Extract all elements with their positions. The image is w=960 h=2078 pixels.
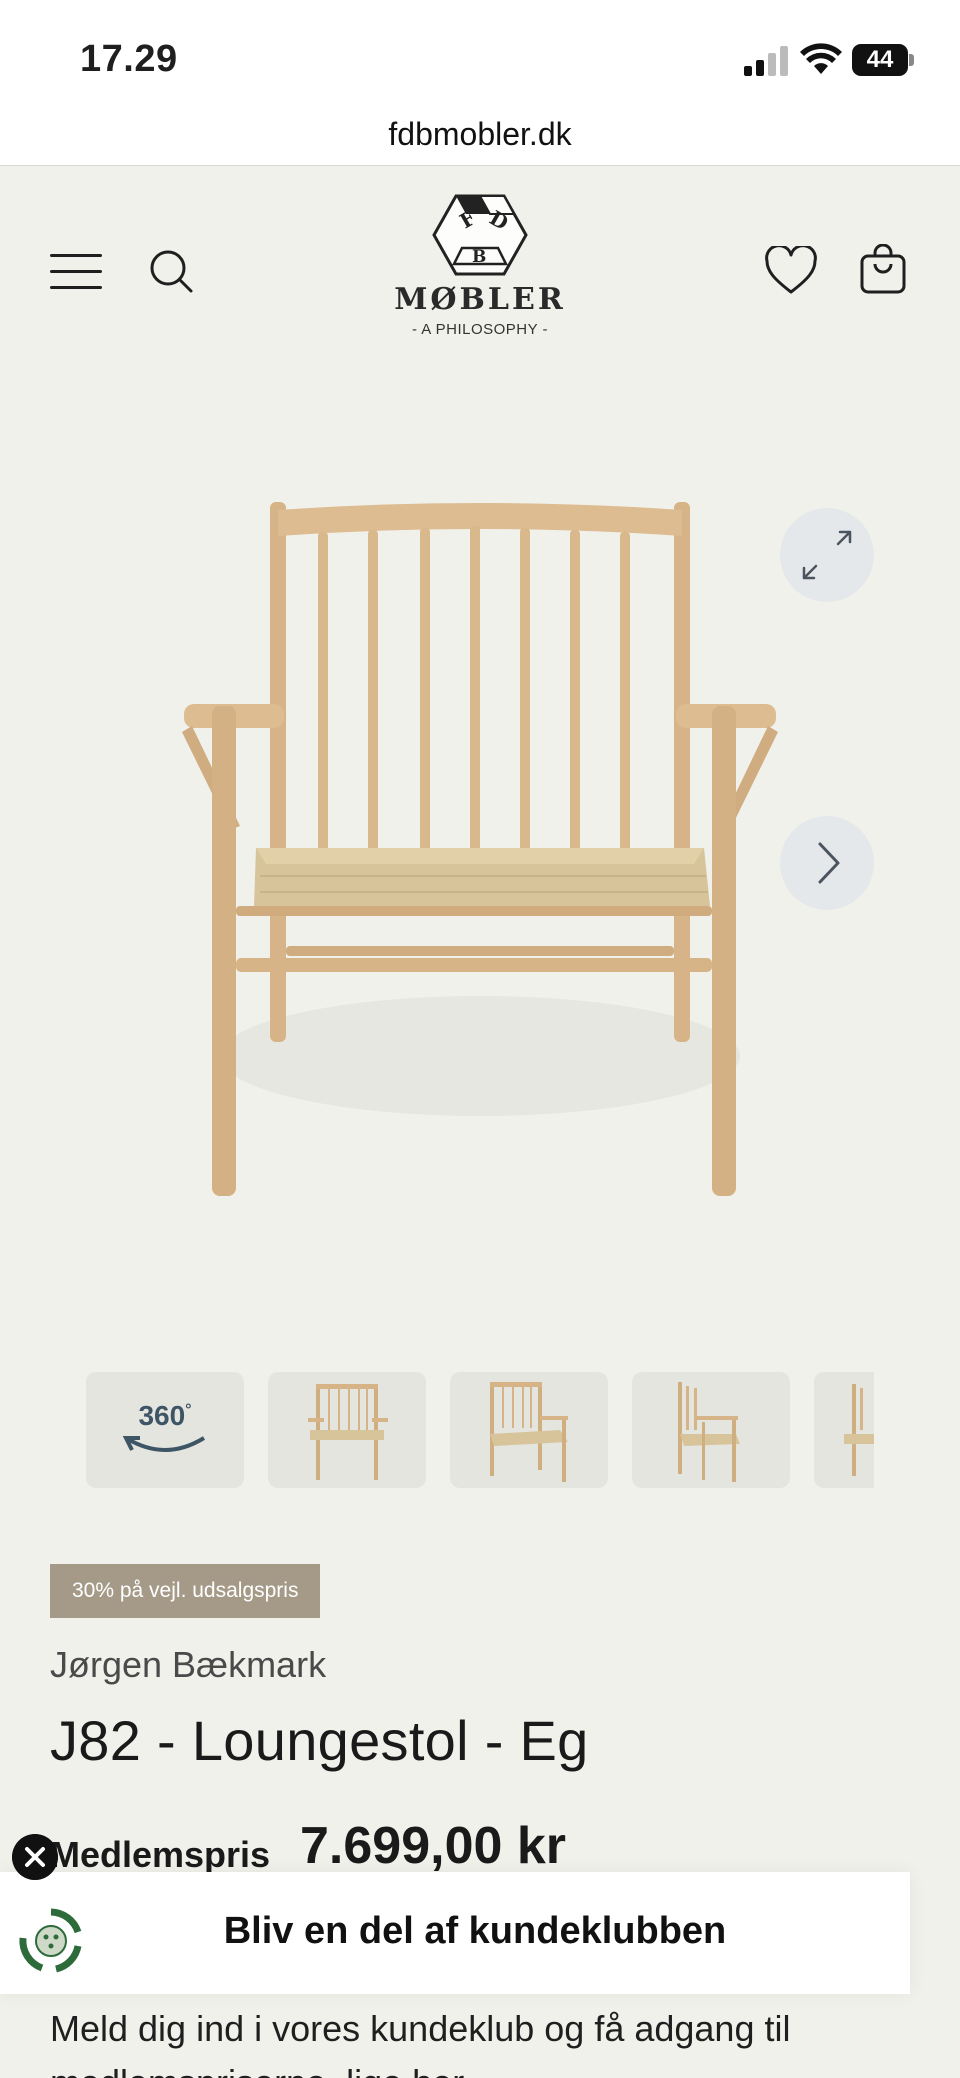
menu-icon[interactable] <box>50 254 102 290</box>
thumbnail-angle-2[interactable] <box>632 1372 790 1488</box>
close-popup-button[interactable] <box>12 1834 58 1880</box>
battery-level: 44 <box>866 46 894 73</box>
next-image-button[interactable] <box>780 816 874 910</box>
member-price-value: 7.699,00 kr <box>300 1817 567 1875</box>
thumbnail-strip[interactable]: 360° <box>86 1372 874 1488</box>
url-text: fdbmobler.dk <box>388 116 572 152</box>
club-description: Meld dig ind i vores kundeklub og få adg… <box>50 2008 791 2078</box>
thumbnail-360-view[interactable]: 360° <box>86 1372 244 1488</box>
chair-thumbnail-image <box>308 1384 388 1480</box>
product-title: J82 - Loungestol - Eg <box>50 1709 589 1772</box>
status-bar: 17.29 44 <box>0 0 960 116</box>
chair-thumbnail-image <box>678 1382 740 1482</box>
club-popup-title: Bliv en del af kundeklubben <box>223 1910 727 1952</box>
product-gallery[interactable] <box>0 376 960 1326</box>
wifi-icon <box>800 43 842 74</box>
shopping-bag-icon[interactable] <box>858 244 908 296</box>
thumbnail-angle-3[interactable] <box>814 1372 874 1488</box>
thumbnail-front[interactable] <box>268 1372 426 1488</box>
svg-text:B: B <box>472 247 486 267</box>
battery-icon: 44 <box>852 44 914 76</box>
wishlist-heart-icon[interactable] <box>764 246 818 296</box>
signal-icon <box>744 46 788 76</box>
member-price-label: Medlemspris <box>50 1834 271 1875</box>
customer-club-popup[interactable]: Bliv en del af kundeklubben <box>0 1872 910 1994</box>
status-time: 17.29 <box>80 38 178 80</box>
search-icon[interactable] <box>148 248 194 294</box>
chair-thumbnail-image <box>844 1384 874 1476</box>
thumbnail-angle-1[interactable] <box>450 1372 608 1488</box>
logo-tagline: - A PHILOSOPHY - <box>411 321 549 338</box>
fdb-logo-mark: F D B <box>432 194 528 276</box>
product-image <box>182 502 778 1196</box>
logo-wordmark: MØBLER <box>394 282 566 317</box>
fdb-logo[interactable]: F D B MØBLER - A PHILOSOPHY - <box>380 192 580 352</box>
chair-thumbnail-image <box>490 1382 568 1482</box>
address-bar[interactable]: fdbmobler.dk <box>0 116 960 166</box>
discount-badge: 30% på vejl. udsalgspris <box>50 1564 321 1618</box>
expand-image-button[interactable] <box>780 508 874 602</box>
site-header: F D B MØBLER - A PHILOSOPHY - <box>0 166 960 376</box>
product-designer: Jørgen Bækmark <box>50 1644 327 1685</box>
rotate-360-icon <box>122 1436 206 1452</box>
